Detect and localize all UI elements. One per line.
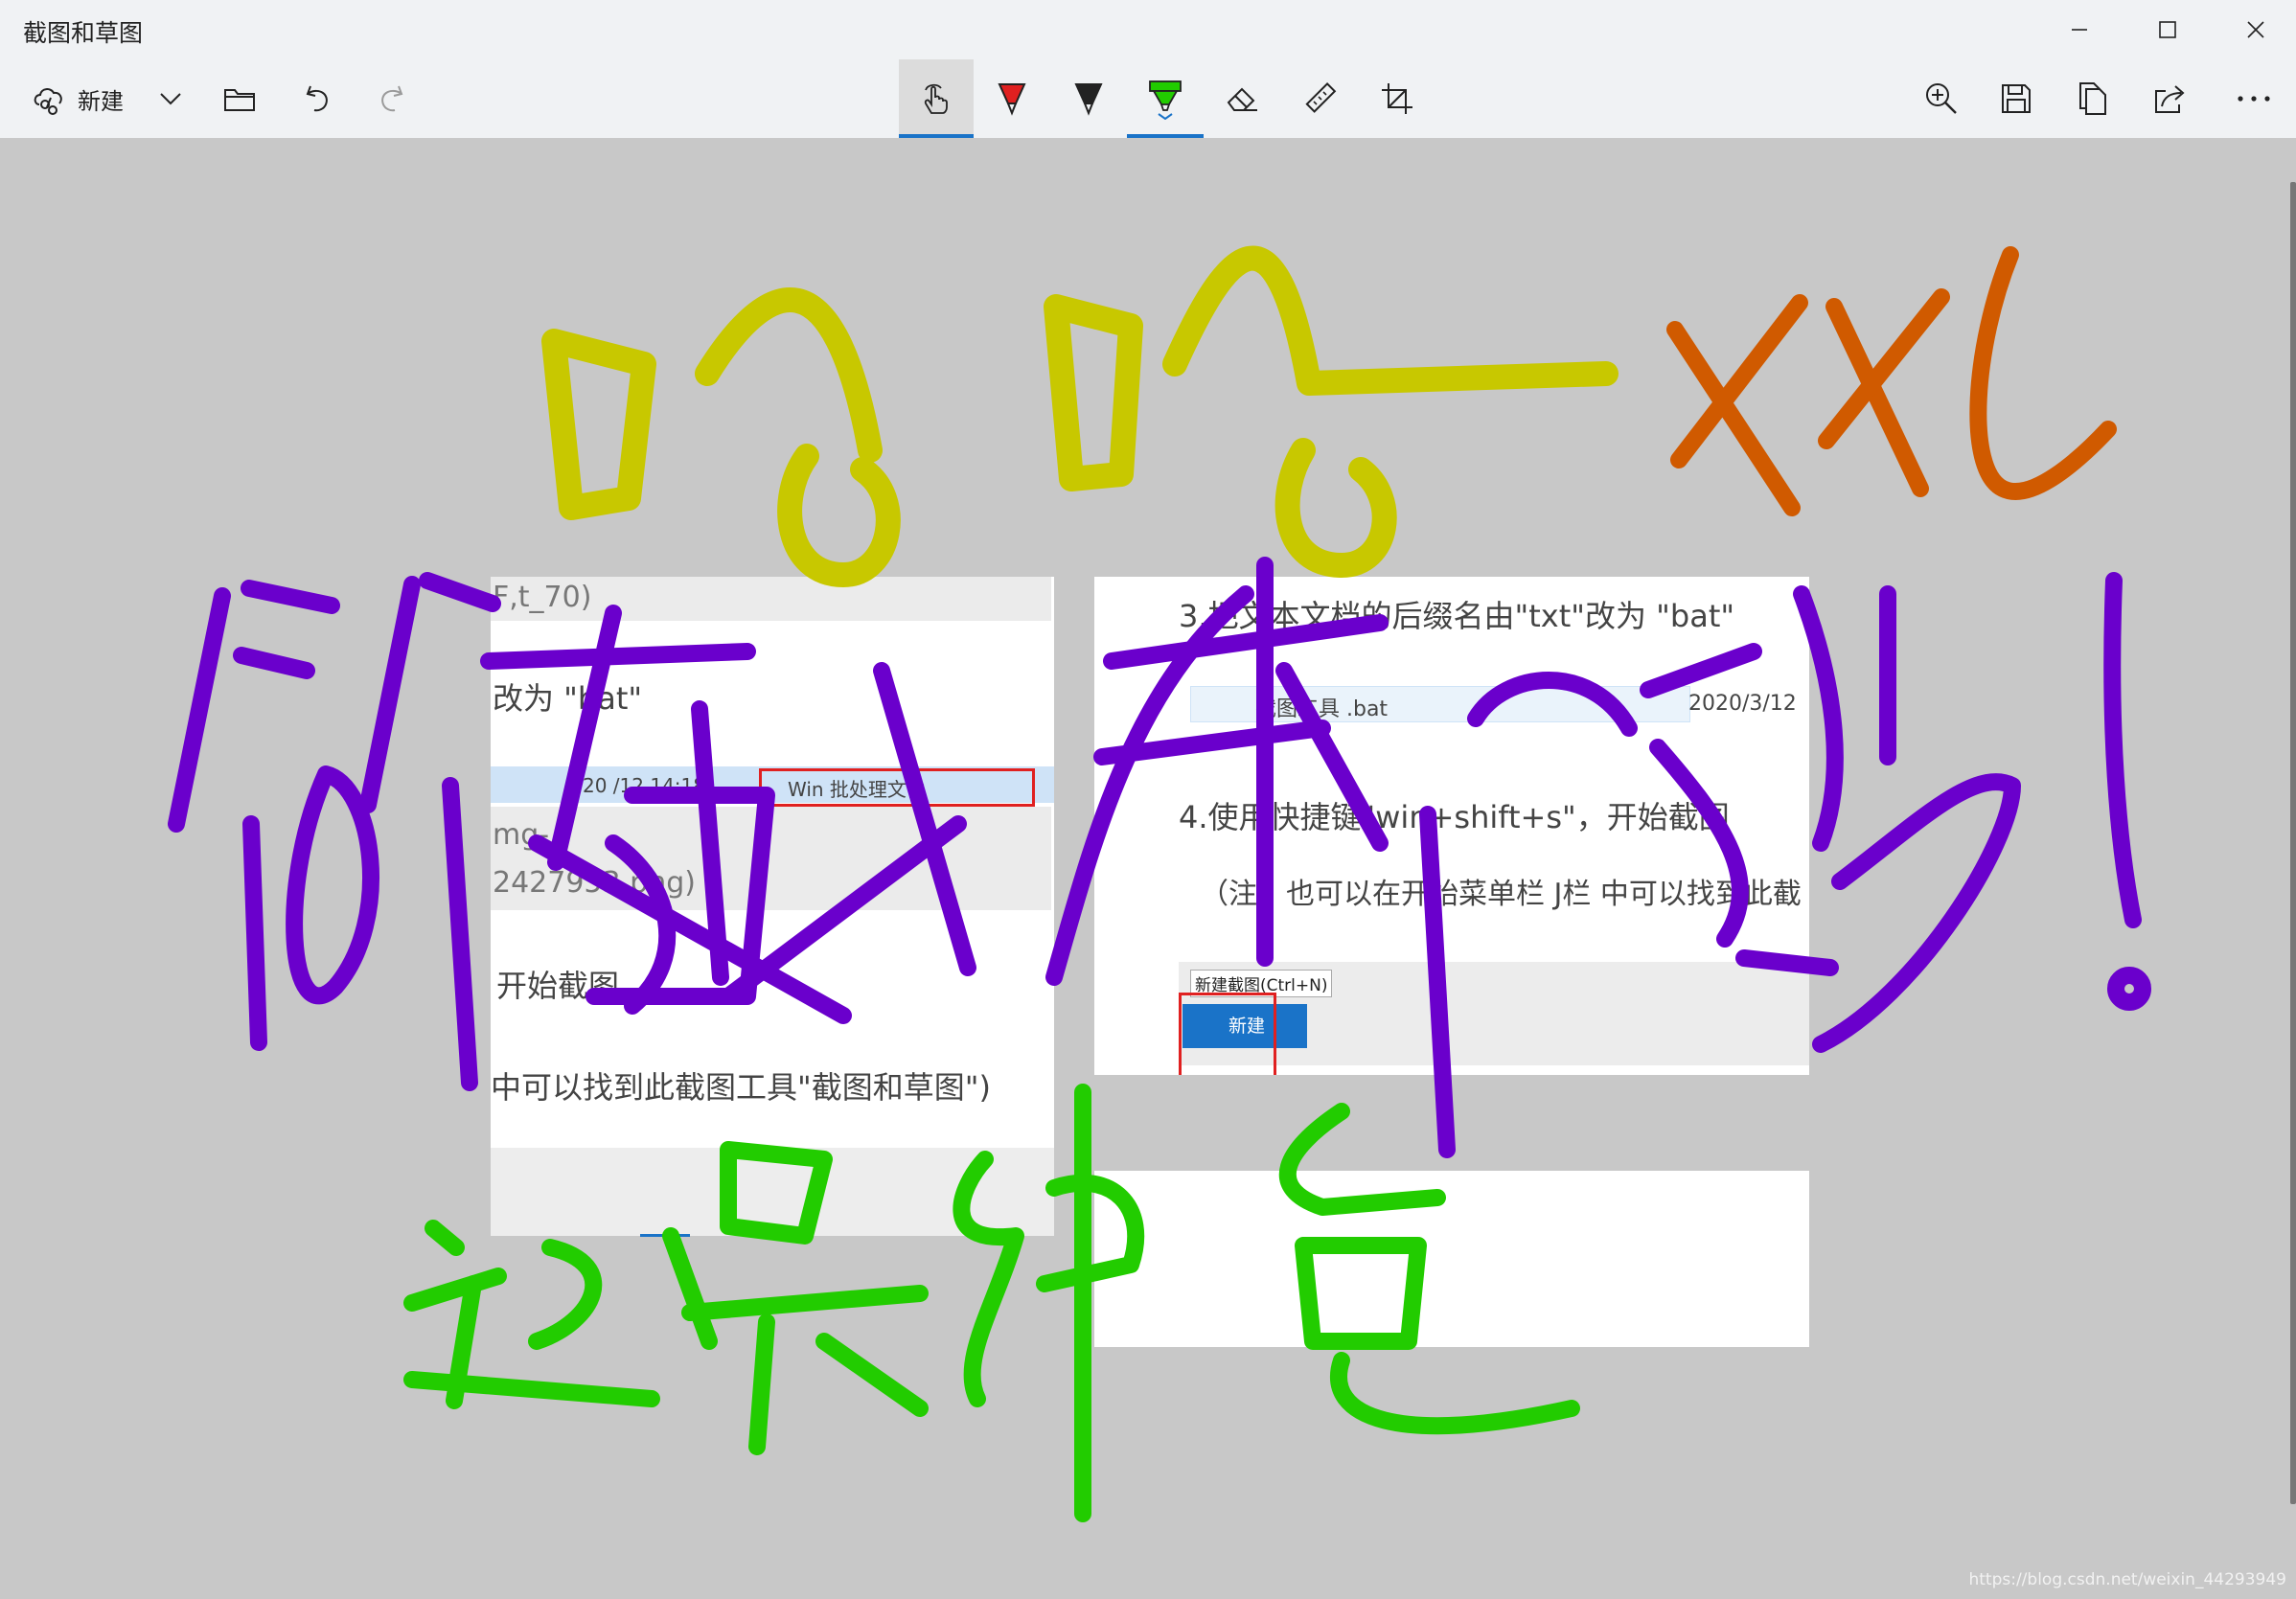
eraser-icon bbox=[1227, 87, 1257, 111]
undo-button[interactable] bbox=[293, 59, 339, 138]
title-bar: 截图和草图 bbox=[0, 0, 2296, 59]
highlighter-button[interactable] bbox=[1127, 59, 1204, 138]
vertical-scrollbar[interactable] bbox=[2290, 182, 2296, 1504]
gray-gap bbox=[1094, 1075, 1809, 1171]
mini-toolbar bbox=[491, 1148, 1054, 1236]
copy-icon bbox=[2079, 82, 2106, 115]
screenshot-text: 4.使用快捷键"win+shift+s"，开始截图 bbox=[1179, 799, 1730, 835]
share-button[interactable] bbox=[2145, 59, 2194, 138]
eraser-button[interactable] bbox=[1217, 59, 1267, 138]
share-icon bbox=[2155, 85, 2185, 113]
new-snip-icon bbox=[34, 88, 62, 115]
pencil-button[interactable] bbox=[1064, 59, 1114, 138]
new-snip-dropdown[interactable] bbox=[149, 59, 192, 138]
maximize-button[interactable] bbox=[2124, 0, 2212, 59]
watermark: https://blog.csdn.net/weixin_44293949 bbox=[1968, 1570, 2286, 1589]
close-icon bbox=[2247, 21, 2264, 38]
screenshot-text: 中可以找到此截图工具"截图和草图") bbox=[491, 1069, 991, 1106]
zoom-in-button[interactable] bbox=[1917, 59, 1966, 138]
screenshot-text: 20 /12 14:18 bbox=[583, 774, 705, 797]
maximize-icon bbox=[2159, 21, 2176, 38]
touch-writing-button[interactable] bbox=[899, 59, 974, 138]
new-snip-label: 新建 bbox=[78, 87, 124, 115]
highlighter-icon bbox=[1149, 80, 1182, 120]
screenshot-text: 改为 "bat" bbox=[493, 680, 643, 717]
screenshot-text: F,t_70) bbox=[493, 581, 592, 614]
new-snip-button[interactable]: 新建 bbox=[21, 59, 134, 138]
ballpoint-pen-icon bbox=[998, 83, 1026, 116]
close-button[interactable] bbox=[2212, 0, 2296, 59]
minimize-button[interactable] bbox=[2035, 0, 2124, 59]
pencil-icon bbox=[1074, 83, 1103, 116]
more-icon bbox=[2238, 96, 2270, 102]
ballpoint-pen-button[interactable] bbox=[987, 59, 1037, 138]
redo-button[interactable] bbox=[370, 59, 416, 138]
crop-icon bbox=[1382, 83, 1412, 114]
screenshot-right-panel: 3.把文本文档的后缀名由"txt"改为 "bat" 截图工具 .bat 2020… bbox=[1094, 577, 1809, 1347]
screenshot-text: 3.把文本文档的后缀名由"txt"改为 "bat" bbox=[1179, 598, 1735, 634]
ruler-button[interactable] bbox=[1296, 59, 1345, 138]
red-highlight-box bbox=[1179, 993, 1276, 1081]
open-file-button[interactable] bbox=[217, 59, 263, 138]
save-icon bbox=[2002, 84, 2031, 113]
copy-button[interactable] bbox=[2068, 59, 2118, 138]
screenshot-text: （注：也可以在开始菜单栏 J栏 中可以找到此截 bbox=[1200, 878, 1802, 911]
minimize-icon bbox=[2072, 29, 2087, 31]
folder-icon bbox=[224, 89, 255, 111]
more-options-button[interactable] bbox=[2229, 59, 2279, 138]
mini-toolbar-selection bbox=[640, 1234, 690, 1237]
save-button[interactable] bbox=[1991, 59, 2041, 138]
red-highlight-box bbox=[759, 768, 1035, 807]
screenshot-text: 2020/3/12 bbox=[1688, 692, 1797, 716]
screenshot-left-panel: F,t_70) 改为 "bat" 20 /12 14:18 Win 批处理文件 … bbox=[491, 577, 1054, 1237]
window-title: 截图和草图 bbox=[23, 19, 144, 47]
crop-button[interactable] bbox=[1372, 59, 1422, 138]
touch-writing-icon bbox=[924, 83, 948, 114]
screenshot-text: 截图工具 .bat bbox=[1255, 697, 1389, 721]
zoom-in-icon bbox=[1926, 83, 1957, 114]
redo-icon bbox=[381, 85, 403, 112]
ruler-icon bbox=[1305, 82, 1337, 113]
screenshot-text: mg- bbox=[493, 818, 550, 852]
undo-icon bbox=[306, 85, 328, 112]
screenshot-text: 开始截图 bbox=[496, 968, 620, 1004]
chevron-down-icon bbox=[160, 93, 181, 105]
screenshot-text: 2427953.png) bbox=[493, 866, 696, 900]
toolbar: 新建 bbox=[0, 59, 2296, 139]
